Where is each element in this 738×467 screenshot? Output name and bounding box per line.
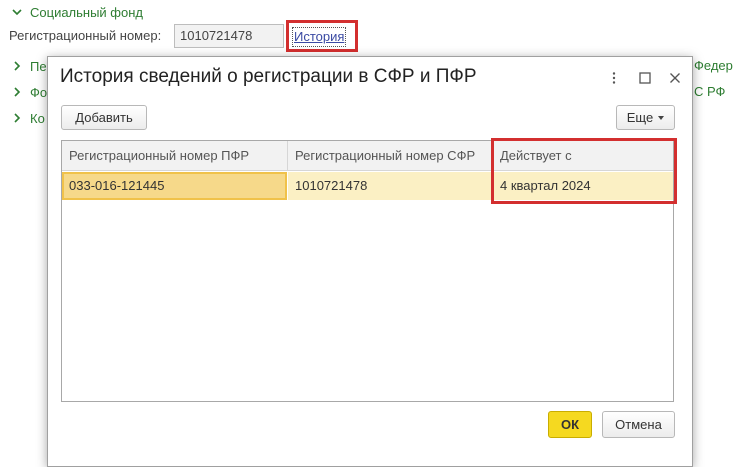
chevron-right-icon bbox=[10, 59, 24, 73]
collapsed-row-label: Ко bbox=[30, 110, 45, 126]
kebab-menu-icon[interactable] bbox=[606, 70, 622, 86]
reg-number-field[interactable]: 1010721478 bbox=[174, 24, 284, 48]
ok-button[interactable]: ОК bbox=[548, 411, 592, 438]
column-header-sfr[interactable]: Регистрационный номер СФР bbox=[288, 141, 493, 171]
cell-pfr-number[interactable]: 033-016-121445 bbox=[62, 172, 287, 200]
caret-down-icon bbox=[658, 115, 665, 120]
add-button-label: Добавить bbox=[75, 110, 133, 125]
collapsed-row-label: Фо bbox=[30, 84, 48, 100]
right-text-2[interactable]: С РФ bbox=[694, 83, 725, 101]
section-title: Социальный фонд bbox=[30, 4, 144, 20]
collapsed-row-2[interactable]: Фо bbox=[10, 83, 47, 101]
cancel-button-label: Отмена bbox=[615, 417, 662, 432]
cancel-button[interactable]: Отмена bbox=[602, 411, 675, 438]
cell-sfr-number[interactable]: 1010721478 bbox=[288, 172, 493, 200]
maximize-icon[interactable] bbox=[637, 70, 653, 86]
section-social-fund[interactable]: Социальный фонд bbox=[10, 3, 143, 21]
dialog-title: История сведений о регистрации в СФР и П… bbox=[60, 66, 477, 87]
collapsed-row-3[interactable]: Ко bbox=[10, 109, 45, 127]
history-dialog: История сведений о регистрации в СФР и П… bbox=[47, 56, 693, 467]
history-link[interactable]: История bbox=[291, 27, 347, 47]
reg-number-label: Регистрационный номер: bbox=[9, 28, 162, 43]
more-button[interactable]: Еще bbox=[616, 105, 675, 130]
column-header-pfr[interactable]: Регистрационный номер ПФР bbox=[62, 141, 288, 171]
collapsed-row-1[interactable]: Пе bbox=[10, 57, 47, 75]
add-button[interactable]: Добавить bbox=[61, 105, 147, 130]
collapsed-row-label: Пе bbox=[30, 58, 47, 74]
right-text-1[interactable]: Федер bbox=[694, 57, 733, 75]
chevron-down-icon bbox=[10, 5, 24, 19]
close-icon[interactable] bbox=[667, 70, 683, 86]
chevron-right-icon bbox=[10, 85, 24, 99]
chevron-right-icon bbox=[10, 111, 24, 125]
ok-button-label: ОК bbox=[560, 417, 580, 432]
more-button-label: Еще bbox=[626, 110, 654, 125]
valid-from-highlight-frame bbox=[491, 138, 677, 204]
